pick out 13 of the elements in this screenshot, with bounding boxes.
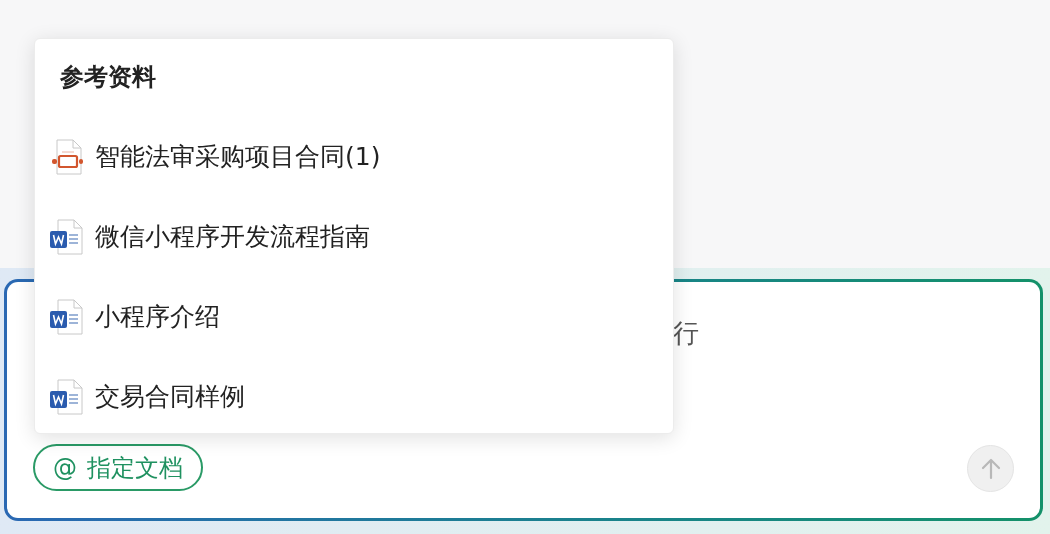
- word-document-icon: [49, 219, 85, 255]
- send-button[interactable]: [967, 445, 1014, 492]
- word-document-icon: [49, 299, 85, 335]
- menu-item[interactable]: 智能法审采购项目合同(1): [35, 117, 673, 197]
- document-icon: [50, 139, 84, 175]
- menu-item[interactable]: 小程序介绍: [35, 277, 673, 357]
- menu-item[interactable]: 交易合同样例: [35, 357, 673, 437]
- arrow-up-icon: [980, 457, 1001, 480]
- menu-item[interactable]: 微信小程序开发流程指南: [35, 197, 673, 277]
- menu-title: 参考资料: [60, 62, 156, 93]
- word-document-icon: [49, 379, 85, 415]
- mention-button[interactable]: @ 指定文档: [33, 444, 203, 491]
- input-text: 行: [673, 317, 699, 350]
